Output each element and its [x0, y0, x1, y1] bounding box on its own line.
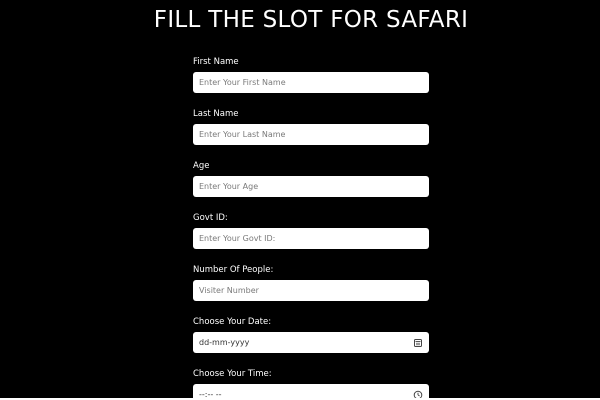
last-name-label: Last Name [193, 109, 239, 119]
first-name-input[interactable] [193, 72, 429, 93]
visitor-number-input[interactable] [193, 280, 429, 301]
date-value: dd-mm-yyyy [199, 338, 250, 347]
time-label: Choose Your Time: [193, 369, 272, 379]
date-label: Choose Your Date: [193, 317, 272, 327]
govt-id-input[interactable] [193, 228, 429, 249]
safari-booking-form-page: FILL THE SLOT FOR SAFARI First Name Last… [0, 0, 600, 400]
number-of-people-label: Number Of People: [193, 265, 274, 275]
last-name-input[interactable] [193, 124, 429, 145]
age-input[interactable] [193, 176, 429, 197]
calendar-icon[interactable] [413, 338, 423, 348]
govt-id-label: Govt ID: [193, 213, 228, 223]
first-name-label: First Name [193, 57, 239, 67]
date-input[interactable]: dd-mm-yyyy [193, 332, 429, 353]
age-label: Age [193, 161, 210, 171]
page-title: FILL THE SLOT FOR SAFARI [153, 7, 469, 33]
